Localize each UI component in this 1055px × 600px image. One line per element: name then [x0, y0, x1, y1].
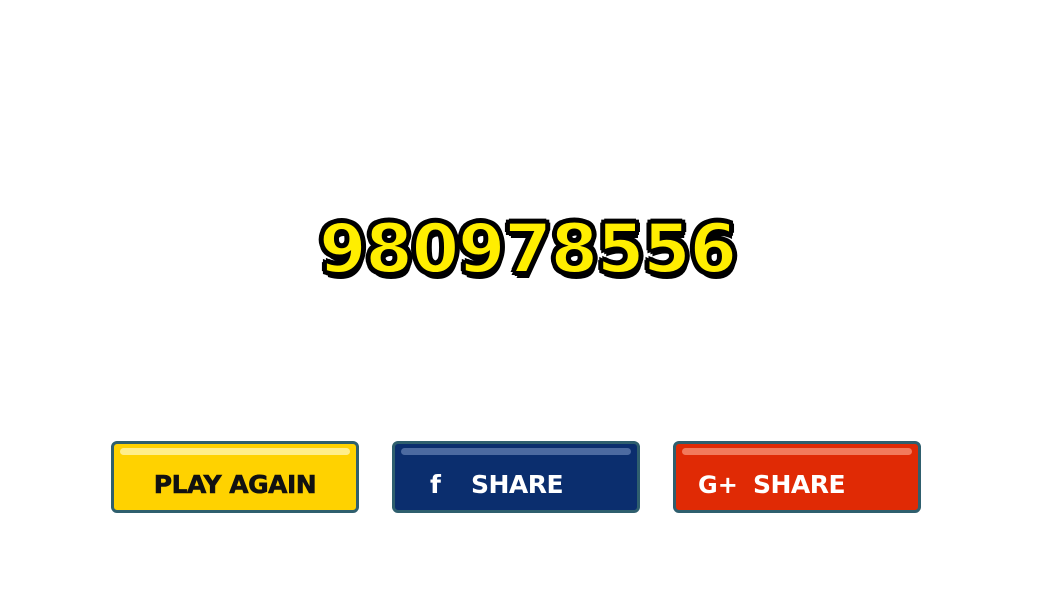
google-plus-share-label: SHARE	[753, 470, 846, 499]
facebook-share-button[interactable]: f SHARE	[392, 441, 640, 513]
button-highlight	[401, 448, 631, 455]
play-again-label: PLAY AGAIN	[153, 470, 317, 500]
google-plus-share-button[interactable]: G+ SHARE	[673, 441, 921, 513]
final-score: 980978556	[318, 209, 738, 290]
google-plus-icon: G+	[698, 471, 738, 499]
play-again-button[interactable]: PLAY AGAIN	[111, 441, 359, 513]
facebook-icon: f	[430, 470, 441, 499]
button-highlight	[120, 448, 350, 455]
button-highlight	[682, 448, 912, 455]
game-over-screen: 980978556 PLAY AGAIN f SHARE G+ SHARE	[0, 0, 1055, 600]
facebook-share-label: SHARE	[471, 470, 564, 499]
